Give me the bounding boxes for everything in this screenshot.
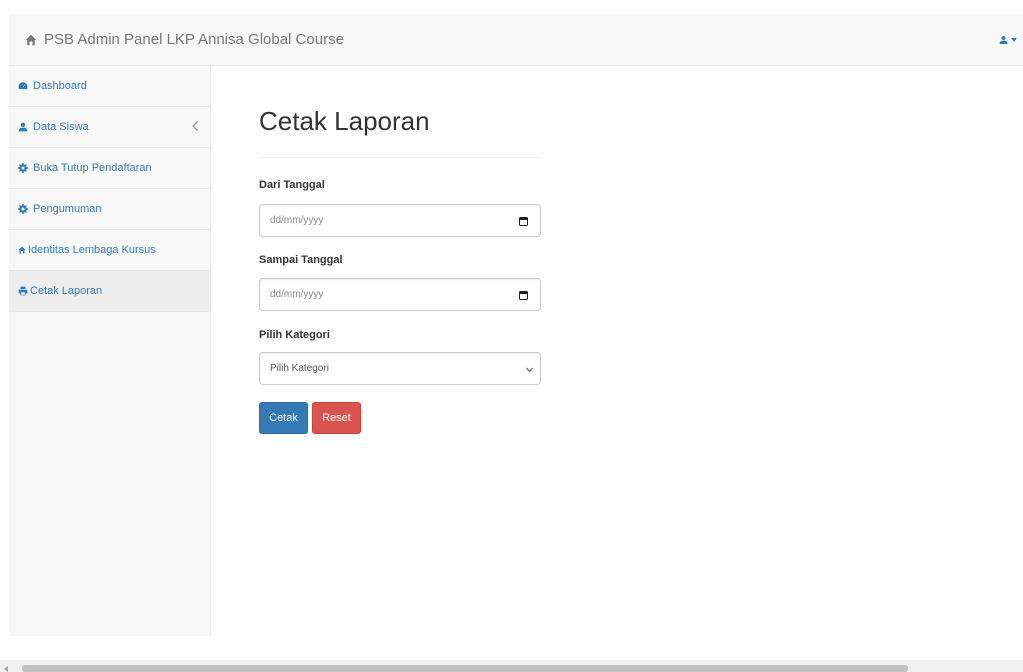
pilih-kategori-label: Pilih Kategori (259, 329, 330, 341)
calendar-icon[interactable] (519, 290, 528, 300)
gear-icon (18, 204, 28, 214)
date-placeholder: dd/mm/yyyy (270, 289, 324, 300)
user-icon (999, 36, 1008, 44)
sampai-tanggal-label: Sampai Tanggal (259, 254, 343, 266)
select-value: Pilih Kategori (270, 363, 329, 374)
sidebar-item-label: Cetak Laporan (30, 285, 103, 297)
dari-tanggal-input[interactable]: dd/mm/yyyy (259, 204, 541, 237)
horizontal-scrollbar[interactable] (0, 660, 1023, 672)
sidebar-item-data-siswa[interactable]: Data Siswa (9, 107, 210, 148)
browser-viewport: PSB Admin Panel LKP Annisa Global Course… (0, 0, 1023, 672)
sidebar: Dashboard Data Siswa Buka Tutup Pendafta… (9, 66, 211, 636)
dari-tanggal-label: Dari Tanggal (259, 179, 325, 191)
sidebar-item-label: Data Siswa (33, 121, 89, 133)
user-icon (18, 122, 28, 132)
navbar-brand[interactable]: PSB Admin Panel LKP Annisa Global Course (25, 31, 344, 48)
cetak-button[interactable]: Cetak (259, 402, 308, 434)
reset-button[interactable]: Reset (312, 402, 361, 434)
home-icon (18, 246, 26, 254)
chevron-down-icon (526, 365, 533, 373)
chevron-left-icon (192, 121, 198, 131)
top-navbar: PSB Admin Panel LKP Annisa Global Course (9, 14, 1023, 66)
main-content: Cetak Laporan Dari Tanggal dd/mm/yyyy Sa… (211, 66, 1023, 636)
sidebar-item-buka-tutup-pendaftaran[interactable]: Buka Tutup Pendaftaran (9, 148, 210, 189)
page-title: Cetak Laporan (259, 106, 430, 136)
gear-icon (18, 163, 28, 173)
title-divider (259, 157, 541, 158)
sidebar-item-pengumuman[interactable]: Pengumuman (9, 189, 210, 230)
dashboard-icon (18, 82, 28, 90)
user-dropdown[interactable] (999, 14, 1017, 66)
calendar-icon[interactable] (519, 216, 528, 226)
sidebar-item-label: Buka Tutup Pendaftaran (33, 162, 152, 174)
sidebar-item-identitas-lembaga-kursus[interactable]: Identitas Lembaga Kursus (9, 230, 210, 271)
sidebar-item-label: Dashboard (33, 80, 87, 92)
sidebar-item-dashboard[interactable]: Dashboard (9, 66, 210, 107)
sidebar-item-cetak-laporan[interactable]: Cetak Laporan (9, 271, 210, 312)
scroll-left-arrow-icon[interactable] (4, 666, 8, 672)
kategori-select[interactable]: Pilih Kategori (259, 352, 541, 385)
home-icon (25, 34, 37, 45)
scrollbar-thumb[interactable] (22, 665, 908, 672)
sidebar-item-label: Pengumuman (33, 203, 102, 215)
brand-title: PSB Admin Panel LKP Annisa Global Course (44, 31, 344, 48)
caret-down-icon (1011, 38, 1017, 42)
date-placeholder: dd/mm/yyyy (270, 215, 324, 226)
sampai-tanggal-input[interactable]: dd/mm/yyyy (259, 278, 541, 311)
sidebar-item-label: Identitas Lembaga Kursus (28, 244, 156, 256)
print-icon (18, 286, 28, 296)
